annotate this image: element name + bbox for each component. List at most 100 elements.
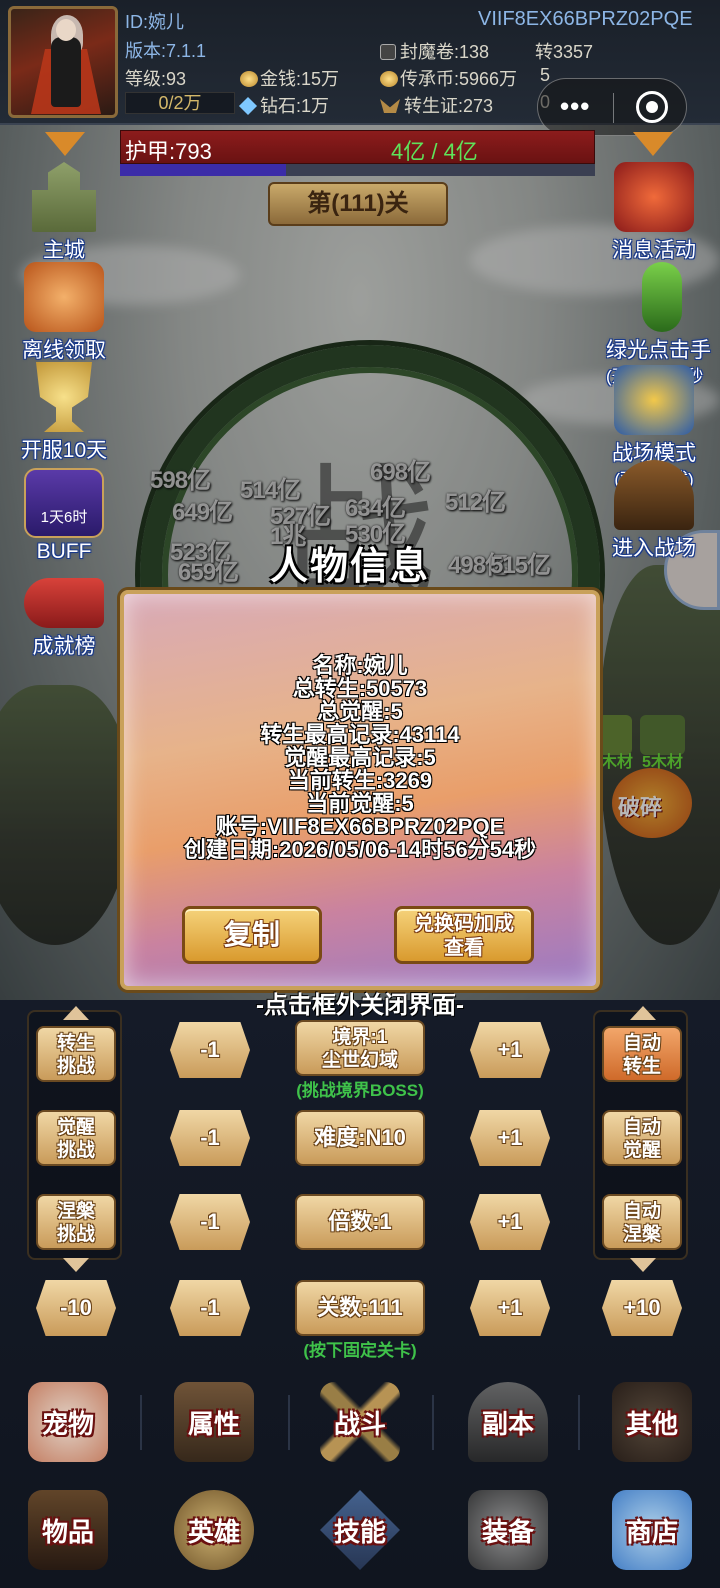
armor-value: 4亿 / 4亿 bbox=[391, 139, 478, 164]
menu-achievement-rank[interactable]: 成就榜 bbox=[14, 568, 114, 660]
menu-main-city[interactable]: 主城 bbox=[14, 162, 114, 264]
nav-skills[interactable]: 技能 bbox=[300, 1490, 420, 1585]
stage-count-display[interactable]: 关数:111 bbox=[295, 1280, 425, 1336]
buff-icon: 1天6时 bbox=[24, 468, 104, 538]
button-line: 涅槃 bbox=[622, 1224, 661, 1245]
menu-label: BUFF bbox=[36, 540, 92, 563]
game-version: 版本:7.1.1 bbox=[125, 41, 207, 61]
info-current-awaken: 当前觉醒:5 bbox=[306, 791, 414, 816]
menu-enter-battlefield[interactable]: 进入战场 bbox=[604, 460, 704, 562]
nav-label: 副本 bbox=[481, 1409, 534, 1439]
nav-label: 其他 bbox=[625, 1409, 678, 1439]
shield-bar-fill bbox=[120, 164, 287, 176]
nav-heroes[interactable]: 英雄 bbox=[154, 1490, 274, 1585]
difficulty-minus-button[interactable]: -1 bbox=[170, 1110, 250, 1166]
inherit-coin-icon bbox=[380, 71, 398, 87]
realm-name: 尘世幻域 bbox=[321, 1050, 398, 1071]
scroll-up-arrow-icon[interactable] bbox=[63, 1006, 89, 1020]
difficulty-plus-button[interactable]: +1 bbox=[470, 1110, 550, 1166]
nav-pet[interactable]: 宠物 bbox=[8, 1382, 128, 1477]
menu-message-event[interactable]: 消息活动 bbox=[604, 162, 704, 264]
stage-minus10-button[interactable]: -10 bbox=[36, 1280, 116, 1336]
scroll-down-arrow-icon[interactable] bbox=[63, 1258, 89, 1272]
menu-server-10-days[interactable]: 开服10天 bbox=[14, 362, 114, 464]
multiplier-plus-button[interactable]: +1 bbox=[470, 1194, 550, 1250]
close-miniprogram-icon[interactable] bbox=[636, 91, 668, 123]
button-line: 转生 bbox=[622, 1056, 661, 1077]
nav-equipment[interactable]: 装备 bbox=[448, 1490, 568, 1585]
modal-title: 人物信息 bbox=[270, 546, 431, 588]
collapse-left-arrow-icon[interactable] bbox=[45, 132, 85, 156]
player-avatar[interactable] bbox=[8, 6, 118, 118]
nav-label: 技能 bbox=[333, 1517, 386, 1547]
diamond-amount: 钻石:1万 bbox=[260, 96, 330, 116]
nav-label: 属性 bbox=[187, 1409, 240, 1439]
more-menu-icon[interactable]: ••• bbox=[560, 93, 590, 119]
gold-coin-icon bbox=[240, 71, 258, 87]
button-line: 挑战 bbox=[56, 1056, 95, 1077]
nirvana-challenge-button[interactable]: 涅槃 挑战 bbox=[36, 1194, 116, 1250]
realm-plus-button[interactable]: +1 bbox=[470, 1022, 550, 1078]
button-line: 自动 bbox=[622, 1201, 661, 1222]
seal-scroll-amount: 封魔卷:138 bbox=[400, 42, 490, 62]
auto-rebirth-button[interactable]: 自动 转生 bbox=[602, 1026, 682, 1082]
account-code: VIIF8EX66BPRZ02PQE bbox=[478, 8, 693, 30]
green-clicker-icon bbox=[642, 262, 682, 332]
realm-minus-button[interactable]: -1 bbox=[170, 1022, 250, 1078]
nav-items[interactable]: 物品 bbox=[8, 1490, 128, 1585]
nav-other[interactable]: 其他 bbox=[592, 1382, 712, 1477]
battlefield-icon bbox=[614, 365, 694, 435]
gate-icon bbox=[614, 460, 694, 530]
stage-minus1-button[interactable]: -1 bbox=[170, 1280, 250, 1336]
exchange-code-bonus-button[interactable]: 兑换码加成 查看 bbox=[394, 906, 534, 964]
stage-fix-note: (按下固定关卡) bbox=[303, 1341, 417, 1360]
auto-nirvana-button[interactable]: 自动 涅槃 bbox=[602, 1194, 682, 1250]
rebirth-challenge-button[interactable]: 转生 挑战 bbox=[36, 1026, 116, 1082]
copy-button[interactable]: 复制 bbox=[182, 906, 322, 964]
nav-label: 英雄 bbox=[187, 1517, 240, 1547]
info-account: 账号:VIIF8EX66BPRZ02PQE bbox=[215, 814, 505, 839]
info-rebirth-record: 转生最高记录:43114 bbox=[260, 722, 460, 747]
menu-label: 绿光点击手 bbox=[606, 339, 711, 362]
realm-display[interactable]: 境界:1 尘世幻域 bbox=[295, 1020, 425, 1076]
menu-offline-reward[interactable]: 离线领取 bbox=[14, 262, 114, 364]
trophy-icon bbox=[36, 362, 92, 432]
stage-banner: 第(111)关 bbox=[268, 182, 448, 226]
nav-label: 宠物 bbox=[41, 1409, 94, 1439]
collapse-right-arrow-icon[interactable] bbox=[633, 132, 673, 156]
nav-attributes[interactable]: 属性 bbox=[154, 1382, 274, 1477]
gold-amount: 金钱:15万 bbox=[260, 69, 340, 89]
armor-label: 护甲:793 bbox=[125, 139, 212, 164]
inherit-coin-amount: 传承币:5966万 bbox=[400, 69, 518, 89]
stage-plus10-button[interactable]: +10 bbox=[602, 1280, 682, 1336]
nav-label: 战斗 bbox=[333, 1409, 386, 1439]
nav-label: 装备 bbox=[481, 1517, 534, 1547]
castle-icon bbox=[32, 162, 96, 232]
menu-label: 消息活动 bbox=[612, 239, 696, 262]
rebirth-cert-amount: 转生证:273 bbox=[404, 96, 494, 116]
realm-level: 境界:1 bbox=[332, 1027, 388, 1048]
scroll-down-arrow-icon[interactable] bbox=[630, 1258, 656, 1272]
character-info-modal: 名称:婉儿 总转生:50573 总觉醒:5 转生最高记录:43114 觉醒最高记… bbox=[120, 590, 600, 990]
nav-shop[interactable]: 商店 bbox=[592, 1490, 712, 1585]
nav-dungeon[interactable]: 副本 bbox=[448, 1382, 568, 1477]
character-info-list: 名称:婉儿 总转生:50573 总觉醒:5 转生最高记录:43114 觉醒最高记… bbox=[124, 654, 596, 861]
scroll-icon bbox=[24, 578, 104, 628]
diamond-icon bbox=[238, 96, 258, 116]
nav-label: 商店 bbox=[625, 1517, 678, 1547]
rebirth-cert-icon bbox=[380, 99, 400, 113]
miniprogram-capsule: ••• bbox=[537, 78, 687, 136]
nav-battle[interactable]: 战斗 bbox=[300, 1382, 420, 1477]
difficulty-display[interactable]: 难度:N10 bbox=[295, 1110, 425, 1166]
nav-label: 物品 bbox=[41, 1517, 94, 1547]
info-created-date: 创建日期:2026/05/06-14时56分54秒 bbox=[183, 837, 537, 862]
scroll-up-arrow-icon[interactable] bbox=[630, 1006, 656, 1020]
auto-awaken-button[interactable]: 自动 觉醒 bbox=[602, 1110, 682, 1166]
awaken-challenge-button[interactable]: 觉醒 挑战 bbox=[36, 1110, 116, 1166]
multiplier-minus-button[interactable]: -1 bbox=[170, 1194, 250, 1250]
menu-label: 成就榜 bbox=[32, 635, 96, 658]
stage-plus1-button[interactable]: +1 bbox=[470, 1280, 550, 1336]
multiplier-display[interactable]: 倍数:1 bbox=[295, 1194, 425, 1250]
menu-buff[interactable]: 1天6时 BUFF bbox=[14, 468, 114, 564]
buff-timer: 1天6时 bbox=[40, 509, 88, 526]
